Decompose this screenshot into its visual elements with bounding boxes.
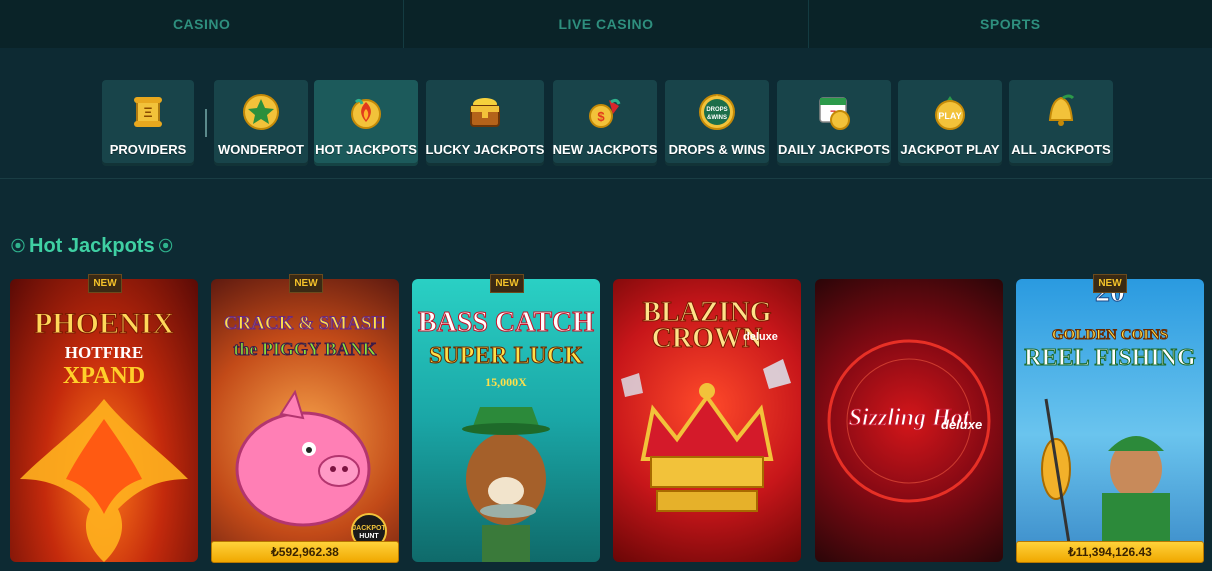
game-subtitle: HOTFIRE (64, 343, 144, 362)
svg-text:&WINS: &WINS (707, 115, 727, 121)
category-strip: Ξ PROVIDERS WONDERPOT HOT JACKPOTS LUCKY… (0, 80, 1212, 168)
jackpot-amount: ₺11,394,126.43 (1016, 541, 1204, 563)
new-badge: NEW (289, 274, 323, 293)
category-drops-wins[interactable]: DROPS &WINS DROPS & WINS (665, 80, 769, 166)
category-providers[interactable]: Ξ PROVIDERS (102, 80, 194, 166)
game-subtitle: GOLDEN COINS (1051, 327, 1169, 344)
coin-gift-icon: $ (585, 92, 625, 132)
nav-casino[interactable]: CASINO (0, 0, 405, 48)
treasure-chest-icon (465, 92, 505, 132)
category-all-jackpots[interactable]: ALL JACKPOTS (1009, 80, 1113, 166)
play-coin-icon: PLAY (930, 92, 970, 132)
svg-text:Ξ: Ξ (143, 104, 152, 120)
calendar-coin-icon: 7 (814, 92, 854, 132)
svg-text:$: $ (597, 109, 605, 124)
game-variant: deluxe (941, 417, 983, 432)
game-subtitle: SUPER LUCK (428, 343, 584, 370)
category-jackpot-play[interactable]: PLAY JACKPOT PLAY (898, 80, 1002, 166)
nav-sports[interactable]: SPORTS (809, 0, 1212, 48)
game-card-crack-smash[interactable]: JACKPOT HUNT CRACK & SMASH the PIGGY BAN… (211, 279, 399, 562)
divider-line (0, 178, 1212, 179)
top-nav: CASINO LIVE CASINO SPORTS (0, 0, 1212, 48)
game-variant: deluxe (743, 331, 778, 343)
svg-text:PLAY: PLAY (938, 111, 961, 121)
new-badge: NEW (88, 274, 122, 293)
game-title: BASS CATCH (417, 307, 595, 339)
drops-wins-icon: DROPS &WINS (697, 92, 737, 132)
swirl-icon: ⦿ (11, 238, 25, 254)
game-card-reel-fishing[interactable]: 20 GOLDEN COINS REEL FISHING (1016, 279, 1204, 562)
swirl-icon: ⦿ (158, 238, 173, 254)
svg-text:HUNT: HUNT (359, 533, 379, 540)
game-multiplier: 15,000X (485, 375, 527, 389)
game-card-blazing-crown[interactable]: BLAZING CROWN deluxe (613, 279, 801, 562)
game-card-phoenix[interactable]: PHOENIX HOTFIRE XPAND (10, 279, 198, 562)
section-heading: ⦿ Hot Jackpots ⦿ (11, 234, 173, 258)
game-subtitle: XPAND (62, 363, 146, 389)
section-title: Hot Jackpots (29, 234, 155, 257)
jackpot-amount: ₺592,962.38 (211, 541, 399, 563)
fisherman-icon (1041, 398, 1170, 562)
game-title: PHOENIX (33, 307, 174, 341)
new-badge: NEW (490, 274, 524, 293)
nav-live-casino[interactable]: LIVE CASINO (404, 0, 809, 48)
category-lucky-jackpots[interactable]: LUCKY JACKPOTS (426, 80, 544, 166)
game-card-sizzling-hot[interactable]: Sizzling Hot deluxe (815, 279, 1003, 562)
category-divider (205, 109, 207, 137)
game-title: CRACK & SMASH (223, 313, 387, 335)
game-subtitle: REEL FISHING (1024, 345, 1196, 372)
new-badge: NEW (1093, 274, 1127, 293)
game-subtitle: the PIGGY BANK (233, 339, 377, 360)
category-wonderpot[interactable]: WONDERPOT (214, 80, 308, 166)
category-hot-jackpots[interactable]: HOT JACKPOTS (314, 80, 418, 166)
scroll-icon: Ξ (128, 92, 168, 132)
game-card-bass-catch[interactable]: BASS CATCH SUPER LUCK 15,000X (412, 279, 600, 562)
category-new-jackpots[interactable]: $ NEW JACKPOTS (553, 80, 657, 166)
svg-text:DROPS: DROPS (706, 107, 727, 113)
svg-text:JACKPOT: JACKPOT (352, 525, 386, 532)
fire-coin-icon (346, 92, 386, 132)
bell-icon (1041, 92, 1081, 132)
star-icon (241, 92, 281, 132)
category-daily-jackpots[interactable]: 7 DAILY JACKPOTS (777, 80, 891, 166)
